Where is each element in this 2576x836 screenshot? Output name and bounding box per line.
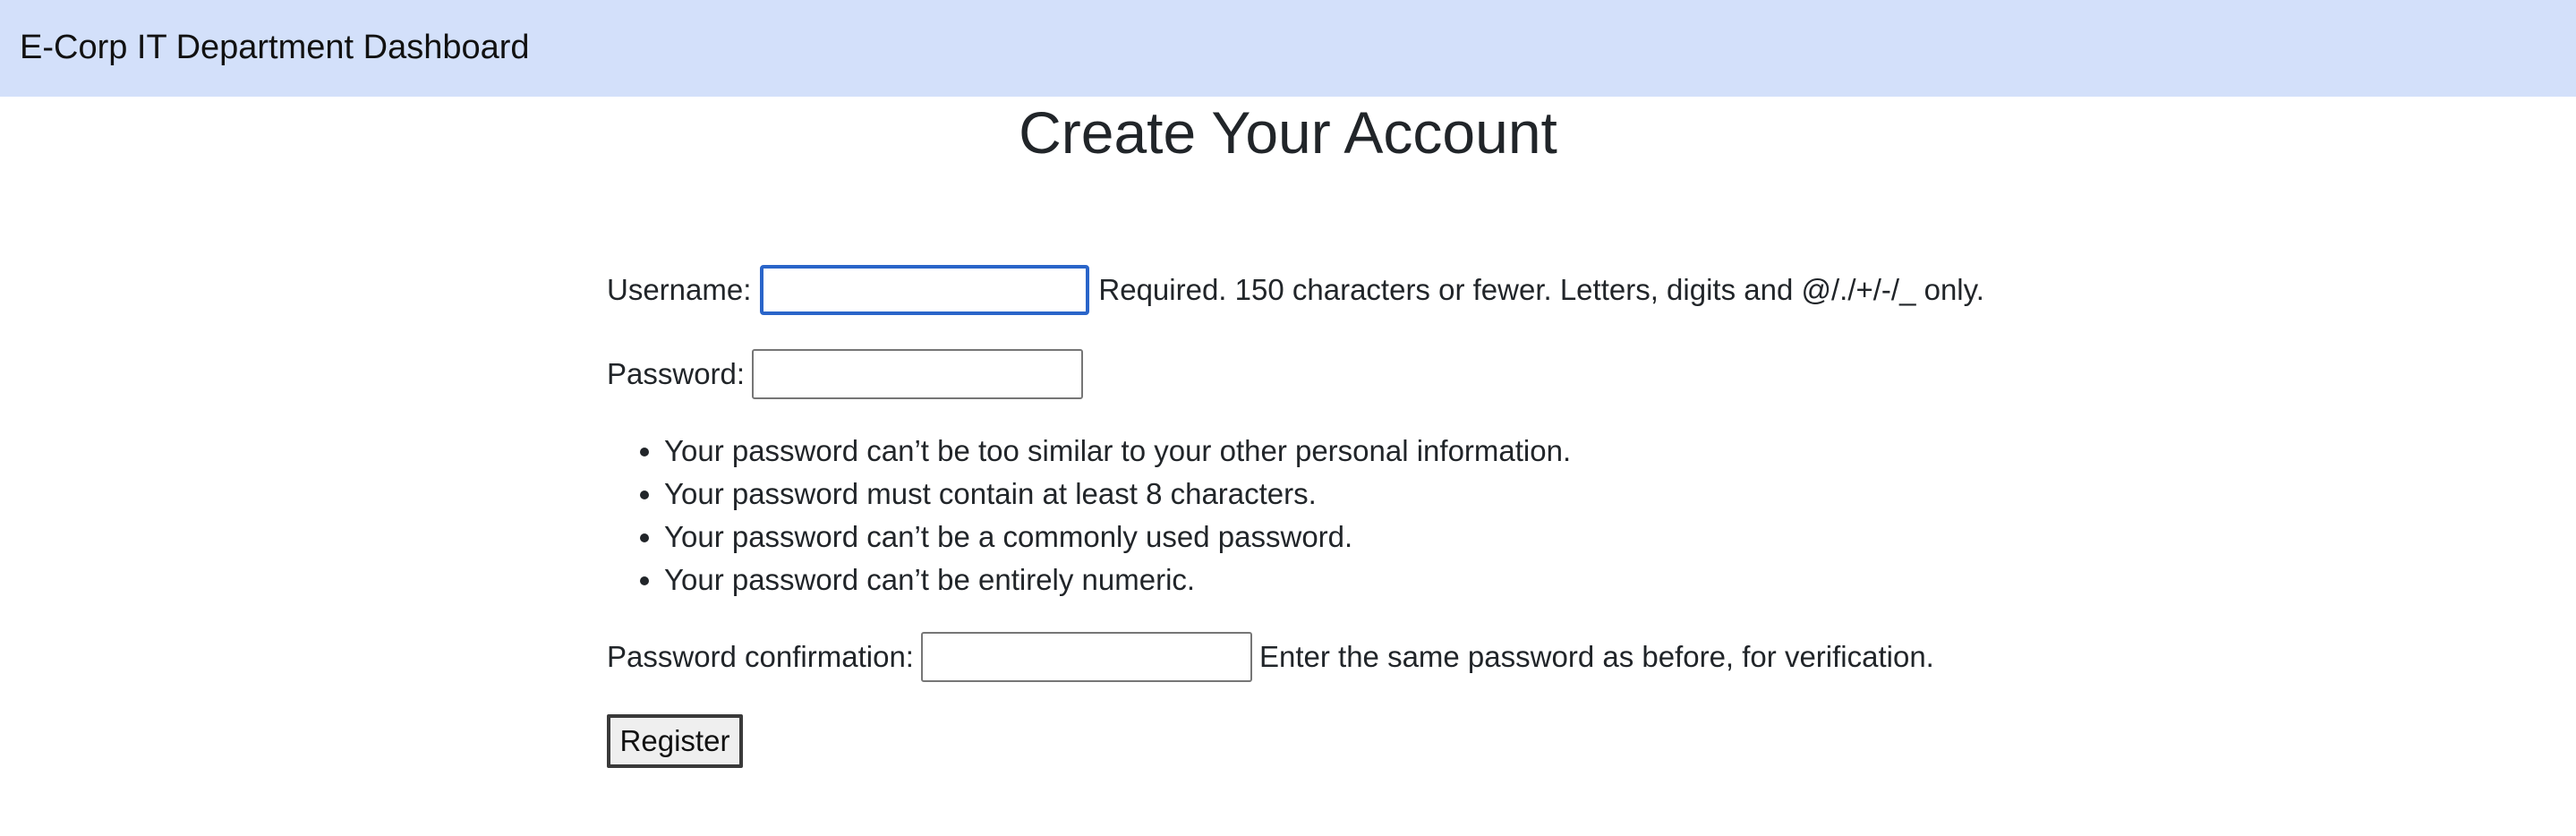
register-button[interactable]: Register	[607, 714, 743, 768]
password-rule-item: Your password can’t be entirely numeric.	[664, 559, 1571, 601]
password-confirmation-label: Password confirmation:	[607, 640, 914, 673]
password-rule-item: Your password can’t be a commonly used p…	[664, 516, 1571, 559]
username-row: Username: Required. 150 characters or fe…	[607, 265, 1984, 315]
password-input[interactable]	[752, 349, 1084, 399]
username-label: Username:	[607, 273, 752, 306]
password-row: Password:	[607, 349, 1084, 399]
top-header-bar: E-Corp IT Department Dashboard	[0, 0, 2576, 97]
username-input[interactable]	[760, 265, 1090, 315]
username-help-text: Required. 150 characters or fewer. Lette…	[1098, 273, 1984, 306]
password-rules-list: Your password can’t be too similar to yo…	[607, 430, 1571, 601]
dashboard-title: E-Corp IT Department Dashboard	[20, 29, 530, 66]
password-confirmation-input[interactable]	[920, 632, 1252, 682]
password-rule-item: Your password must contain at least 8 ch…	[664, 473, 1571, 516]
password-confirmation-row: Password confirmation: Enter the same pa…	[607, 632, 1934, 682]
page-title: Create Your Account	[1019, 99, 1557, 166]
password-rule-item: Your password can’t be too similar to yo…	[664, 430, 1571, 473]
password-label: Password:	[607, 357, 746, 390]
password-confirmation-help-text: Enter the same password as before, for v…	[1258, 640, 1934, 673]
